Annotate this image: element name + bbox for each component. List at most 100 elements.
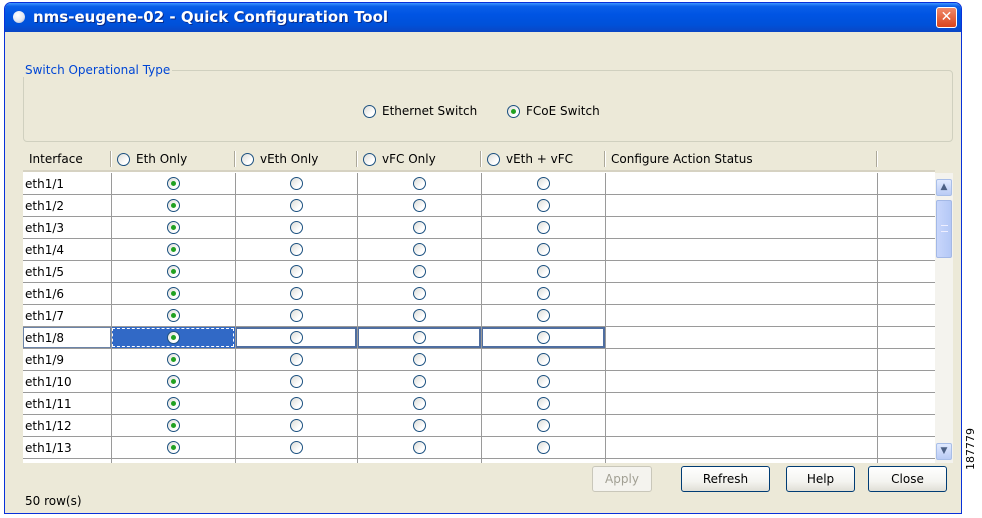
vfc-only-radio[interactable] (412, 419, 426, 432)
eth-only-radio[interactable] (166, 441, 180, 454)
apply-button[interactable]: Apply (592, 466, 652, 492)
table-row[interactable]: eth1/5 (23, 261, 935, 283)
veth-only-radio[interactable] (289, 243, 303, 256)
eth-only-cell[interactable] (111, 261, 235, 282)
eth-only-cell[interactable] (111, 393, 235, 414)
table-row[interactable]: eth1/6 (23, 283, 935, 305)
eth-only-radio[interactable] (166, 243, 180, 256)
vfc-only-cell[interactable] (357, 437, 481, 458)
veth-only-radio[interactable] (289, 375, 303, 388)
veth-vfc-cell[interactable] (481, 173, 605, 194)
table-row[interactable]: eth1/13 (23, 437, 935, 459)
vfc-only-radio[interactable] (412, 199, 426, 212)
vfc-only-radio[interactable] (412, 353, 426, 366)
eth-only-cell[interactable] (111, 217, 235, 238)
eth-only-cell[interactable] (111, 349, 235, 370)
veth-vfc-cell[interactable] (481, 349, 605, 370)
eth-only-cell[interactable] (111, 283, 235, 304)
refresh-button[interactable]: Refresh (681, 466, 770, 492)
vfc-only-radio[interactable] (412, 375, 426, 388)
veth-vfc-radio[interactable] (536, 397, 550, 410)
table-row[interactable]: eth1/7 (23, 305, 935, 327)
eth-only-radio[interactable] (166, 309, 180, 322)
vfc-only-radio[interactable] (412, 177, 426, 190)
scroll-up-icon[interactable]: ▲ (936, 179, 952, 196)
veth-only-radio[interactable] (289, 331, 303, 344)
vfc-only-cell[interactable] (357, 349, 481, 370)
vfc-only-radio[interactable] (412, 397, 426, 410)
fcoe-switch-radio[interactable] (507, 104, 520, 118)
veth-vfc-cell[interactable] (481, 371, 605, 392)
eth-only-cell[interactable] (111, 327, 235, 348)
vfc-only-cell[interactable] (357, 393, 481, 414)
veth-only-radio[interactable] (289, 419, 303, 432)
table-row[interactable]: eth1/4 (23, 239, 935, 261)
veth-only-cell[interactable] (235, 173, 357, 194)
vfc-only-cell[interactable] (357, 327, 481, 348)
scroll-thumb[interactable] (936, 200, 952, 258)
eth-only-radio[interactable] (166, 287, 180, 300)
vfc-only-cell[interactable] (357, 239, 481, 260)
vfc-only-all-radio[interactable] (363, 152, 376, 166)
eth-only-radio[interactable] (166, 265, 180, 278)
veth-vfc-cell[interactable] (481, 195, 605, 216)
vfc-only-radio[interactable] (412, 441, 426, 454)
eth-only-cell[interactable] (111, 173, 235, 194)
table-row[interactable]: eth1/2 (23, 195, 935, 217)
vfc-only-radio[interactable] (412, 331, 426, 344)
eth-only-cell[interactable] (111, 195, 235, 216)
veth-vfc-radio[interactable] (536, 287, 550, 300)
vfc-only-cell[interactable] (357, 415, 481, 436)
help-button[interactable]: Help (786, 466, 855, 492)
veth-vfc-radio[interactable] (536, 309, 550, 322)
column-header-veth-only[interactable]: vEth Only (235, 148, 357, 170)
eth-only-cell[interactable] (111, 415, 235, 436)
eth-only-all-radio[interactable] (117, 152, 130, 166)
table-row[interactable]: eth1/10 (23, 371, 935, 393)
veth-vfc-radio[interactable] (536, 331, 550, 344)
vfc-only-cell[interactable] (357, 261, 481, 282)
vfc-only-radio[interactable] (412, 221, 426, 234)
veth-only-cell[interactable] (235, 371, 357, 392)
close-button[interactable]: Close (868, 466, 947, 492)
veth-only-cell[interactable] (235, 195, 357, 216)
veth-vfc-cell[interactable] (481, 217, 605, 238)
ethernet-switch-radio[interactable] (363, 104, 376, 118)
veth-only-radio[interactable] (289, 309, 303, 322)
veth-only-cell[interactable] (235, 239, 357, 260)
veth-only-cell[interactable] (235, 415, 357, 436)
close-window-icon[interactable]: ✕ (936, 7, 957, 28)
veth-only-all-radio[interactable] (241, 152, 254, 166)
veth-only-radio[interactable] (289, 199, 303, 212)
eth-only-cell[interactable] (111, 437, 235, 458)
veth-vfc-cell[interactable] (481, 305, 605, 326)
vfc-only-radio[interactable] (412, 309, 426, 322)
veth-vfc-radio[interactable] (536, 375, 550, 388)
column-header-eth-only[interactable]: Eth Only (111, 148, 235, 170)
veth-only-cell[interactable] (235, 283, 357, 304)
column-header-interface[interactable]: Interface (23, 148, 111, 170)
vfc-only-cell[interactable] (357, 173, 481, 194)
veth-only-radio[interactable] (289, 177, 303, 190)
veth-vfc-cell[interactable] (481, 437, 605, 458)
eth-only-radio[interactable] (166, 221, 180, 234)
veth-only-radio[interactable] (289, 397, 303, 410)
veth-vfc-radio[interactable] (536, 441, 550, 454)
column-header-status[interactable]: Configure Action Status (605, 148, 877, 170)
veth-only-radio[interactable] (289, 221, 303, 234)
scroll-down-icon[interactable]: ▼ (936, 443, 952, 460)
vfc-only-radio[interactable] (412, 265, 426, 278)
column-header-veth-vfc[interactable]: vEth + vFC (481, 148, 605, 170)
vfc-only-cell[interactable] (357, 195, 481, 216)
veth-vfc-radio[interactable] (536, 199, 550, 212)
eth-only-cell[interactable] (111, 239, 235, 260)
veth-vfc-cell[interactable] (481, 239, 605, 260)
veth-vfc-cell[interactable] (481, 415, 605, 436)
veth-vfc-radio[interactable] (536, 177, 550, 190)
veth-only-radio[interactable] (289, 287, 303, 300)
eth-only-radio[interactable] (166, 397, 180, 410)
table-row[interactable]: eth1/9 (23, 349, 935, 371)
veth-only-cell[interactable] (235, 393, 357, 414)
veth-vfc-cell[interactable] (481, 261, 605, 282)
vfc-only-radio[interactable] (412, 243, 426, 256)
